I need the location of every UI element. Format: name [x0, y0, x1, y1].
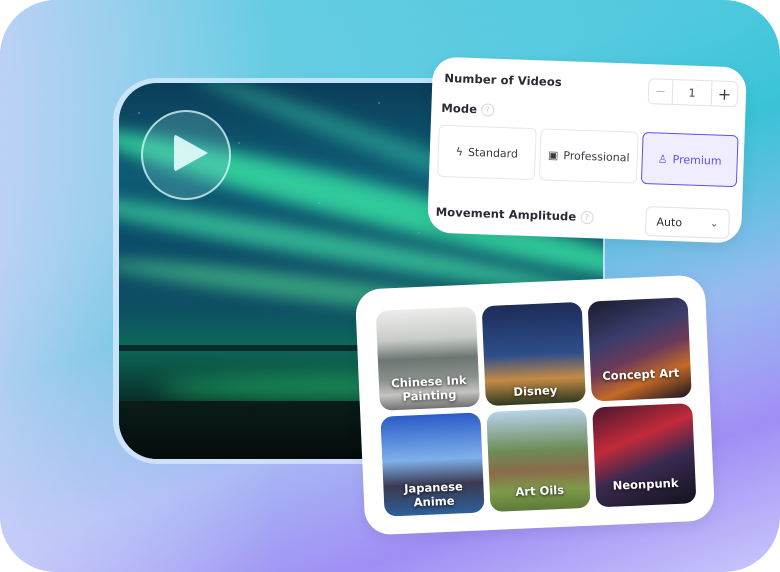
movement-amplitude-label-row: Movement Amplitude? — [435, 204, 594, 225]
style-label: Neonpunk — [595, 475, 696, 493]
mode-professional-button[interactable]: ▣ Professional — [538, 128, 639, 184]
movement-amplitude-value: Auto — [656, 214, 683, 229]
chevron-down-icon: ⌄ — [709, 217, 719, 230]
style-label: Chinese Ink Painting — [379, 372, 480, 404]
style-label-line: Concept Art — [602, 365, 680, 384]
style-label: Art Oils — [489, 482, 590, 500]
style-label-line: Neonpunk — [612, 475, 679, 493]
style-tile-art-oils[interactable]: Art Oils — [486, 407, 591, 513]
style-tile-chinese-ink-painting[interactable]: Chinese Ink Painting — [375, 306, 481, 411]
style-label: Japanese Anime — [383, 478, 484, 510]
mode-label-row: Mode? — [441, 100, 495, 117]
number-of-videos-label: Number of Videos — [444, 70, 563, 90]
help-icon[interactable]: ? — [580, 210, 594, 225]
style-label-line: Anime — [413, 493, 455, 510]
style-label-line: Painting — [402, 387, 457, 404]
movement-amplitude-select[interactable]: Auto ⌄ — [645, 206, 731, 240]
style-label-line: Art Oils — [515, 482, 565, 499]
decrement-button[interactable]: − — [648, 79, 674, 104]
mode-label: Mode — [441, 100, 478, 117]
generation-settings-panel: Number of Videos − 1 + Mode? ϟ Standard … — [427, 56, 747, 244]
style-tile-neonpunk[interactable]: Neonpunk — [592, 403, 697, 508]
mode-standard-button[interactable]: ϟ Standard — [436, 124, 537, 181]
play-icon[interactable] — [174, 134, 208, 172]
help-icon[interactable]: ? — [480, 103, 495, 117]
style-tile-japanese-anime[interactable]: Japanese Anime — [380, 412, 485, 517]
increment-button[interactable]: + — [712, 81, 738, 106]
lightning-icon: ϟ — [455, 144, 464, 159]
video-count-value[interactable]: 1 — [672, 79, 713, 106]
movement-amplitude-label: Movement Amplitude — [435, 204, 577, 224]
style-presets-panel: Chinese Ink Painting Disney Concept Art J… — [354, 274, 716, 536]
mode-premium-label: Premium — [672, 152, 722, 168]
style-tile-concept-art[interactable]: Concept Art — [587, 297, 692, 402]
mode-professional-label: Professional — [563, 148, 630, 164]
style-label: Concept Art — [591, 365, 692, 383]
rocket-icon: ♙ — [657, 151, 668, 166]
style-label: Disney — [485, 382, 586, 400]
style-label-line: Disney — [513, 383, 558, 399]
mode-standard-label: Standard — [467, 145, 519, 161]
mode-premium-button[interactable]: ♙ Premium — [640, 131, 739, 188]
hd-icon: ▣ — [547, 148, 559, 162]
style-tile-disney[interactable]: Disney — [481, 301, 586, 407]
video-count-stepper[interactable]: − 1 + — [647, 78, 739, 108]
